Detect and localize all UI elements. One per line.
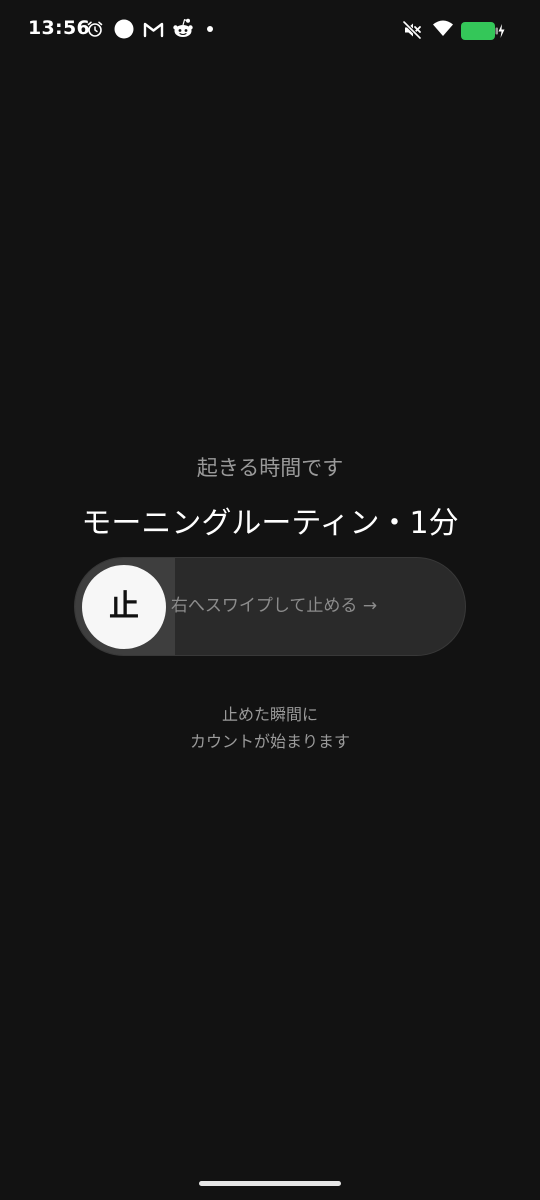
alarm-title: モーニングルーティン・1分	[81, 506, 459, 541]
home-indicator[interactable]	[199, 1181, 341, 1186]
wifi-icon	[433, 20, 453, 36]
status-bar: 13:56	[0, 0, 540, 60]
dot-icon	[207, 26, 213, 32]
note-line-2: カウントが始まります	[189, 732, 350, 751]
battery-icon	[461, 22, 505, 40]
mail-icon	[143, 22, 164, 38]
mute-icon	[402, 20, 422, 40]
note-line-1: 止めた瞬間に	[221, 705, 318, 724]
status-time: 13:56	[28, 17, 90, 39]
battery-fill	[461, 22, 495, 40]
stop-slider-thumb[interactable]: 止	[82, 565, 166, 649]
alarm-icon	[87, 21, 103, 37]
alarm-note: 止めた瞬間に カウントが始まります	[0, 701, 540, 755]
alarm-screen: 13:56 起きる時間です モーニングルーティン・1分 右へスワイプして止める …	[0, 0, 540, 1200]
alarm-subtitle: 起きる時間です	[196, 456, 344, 480]
circle-icon	[114, 19, 134, 39]
reddit-icon	[173, 18, 193, 37]
